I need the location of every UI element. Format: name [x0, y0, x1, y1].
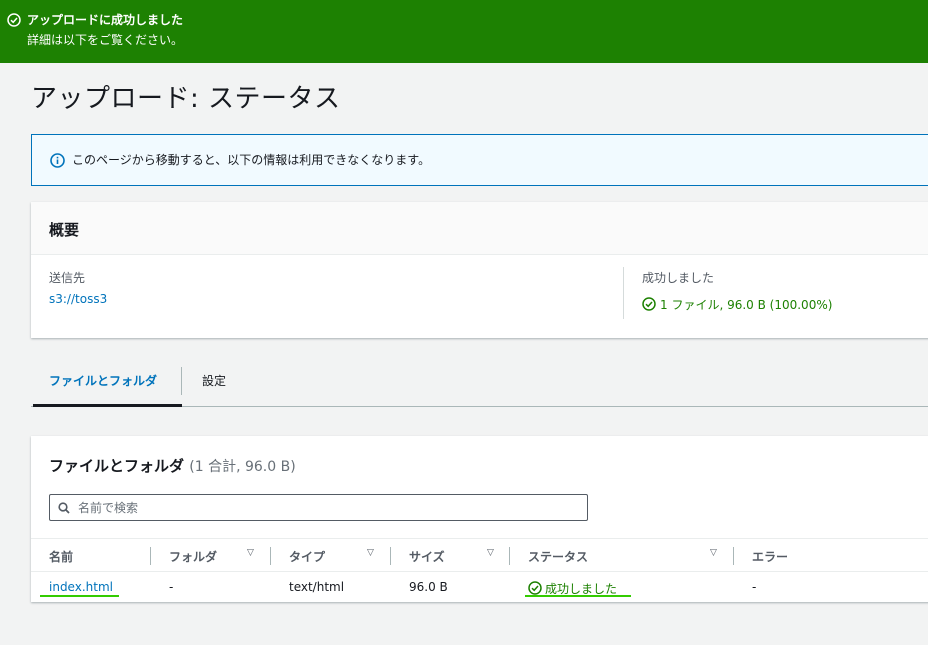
- destination-link[interactable]: s3://toss3: [49, 292, 107, 306]
- cell-type: text/html: [289, 580, 345, 594]
- column-header-error[interactable]: エラー: [752, 548, 788, 565]
- files-heading-text: ファイルとフォルダ: [49, 457, 185, 475]
- sort-caret-icon[interactable]: ▽: [487, 548, 494, 558]
- column-header-folder[interactable]: フォルダ: [169, 548, 217, 565]
- sort-caret-icon[interactable]: ▽: [247, 548, 254, 558]
- column-separator: [150, 547, 151, 565]
- tab-label: ファイルとフォルダ: [49, 374, 158, 388]
- summary-divider: [623, 267, 624, 319]
- column-header-name[interactable]: 名前: [49, 548, 73, 565]
- sort-caret-icon[interactable]: ▽: [710, 548, 717, 558]
- check-circle-icon: [7, 13, 21, 27]
- table-header: 名前 フォルダ ▽ タイプ ▽ サイズ ▽ ステータス ▽ エラー: [31, 538, 928, 572]
- files-panel: ファイルとフォルダ (1 合計, 96.0 B) 名前 フォルダ ▽ タイプ ▽…: [31, 436, 928, 602]
- cell-error: -: [752, 580, 757, 594]
- files-heading: ファイルとフォルダ (1 合計, 96.0 B): [49, 455, 296, 476]
- column-separator: [733, 547, 734, 565]
- search-input[interactable]: [78, 498, 578, 517]
- cell-folder: -: [169, 580, 174, 594]
- success-check-icon: [528, 581, 542, 595]
- column-header-size[interactable]: サイズ: [409, 548, 445, 565]
- search-icon: [58, 502, 70, 514]
- column-header-status[interactable]: ステータス: [528, 548, 588, 565]
- destination-label: 送信先: [49, 271, 86, 285]
- file-name-link[interactable]: index.html: [49, 580, 113, 594]
- flash-title: アップロードに成功しました: [27, 13, 184, 27]
- summary-heading: 概要: [49, 221, 80, 239]
- info-alert: このページから移動すると、以下の情報は利用できなくなります。: [31, 134, 928, 186]
- column-separator: [390, 547, 391, 565]
- flash-subtitle: 詳細は以下をご覧ください。: [27, 33, 184, 47]
- table-row: index.html - text/html 96.0 B 成功しました -: [31, 572, 928, 602]
- highlight-underline: [40, 595, 119, 597]
- summary-header: 概要: [31, 202, 928, 255]
- tab-settings[interactable]: 設定: [182, 355, 252, 406]
- cell-size: 96.0 B: [409, 580, 448, 594]
- info-icon: [50, 153, 65, 168]
- sort-caret-icon[interactable]: ▽: [367, 548, 374, 558]
- column-separator: [509, 547, 510, 565]
- tab-label: 設定: [202, 374, 227, 388]
- column-separator: [270, 547, 271, 565]
- column-header-type[interactable]: タイプ: [289, 548, 325, 565]
- info-alert-text: このページから移動すると、以下の情報は利用できなくなります。: [72, 153, 431, 167]
- highlight-underline: [525, 595, 631, 597]
- files-count: (1 合計, 96.0 B): [189, 459, 296, 475]
- search-box[interactable]: [49, 494, 588, 521]
- page-title: アップロード: ステータス: [31, 84, 341, 114]
- success-flash-banner: アップロードに成功しました 詳細は以下をご覧ください。: [0, 0, 928, 63]
- succeeded-value: 1 ファイル, 96.0 B (100.00%): [660, 298, 833, 312]
- success-check-icon: [642, 297, 656, 311]
- succeeded-label: 成功しました: [642, 271, 715, 285]
- summary-panel: 概要 送信先 s3://toss3 成功しました 1 ファイル, 96.0 B …: [31, 202, 928, 338]
- tab-files-and-folders[interactable]: ファイルとフォルダ: [33, 355, 182, 407]
- tab-bar: ファイルとフォルダ 設定: [31, 355, 928, 407]
